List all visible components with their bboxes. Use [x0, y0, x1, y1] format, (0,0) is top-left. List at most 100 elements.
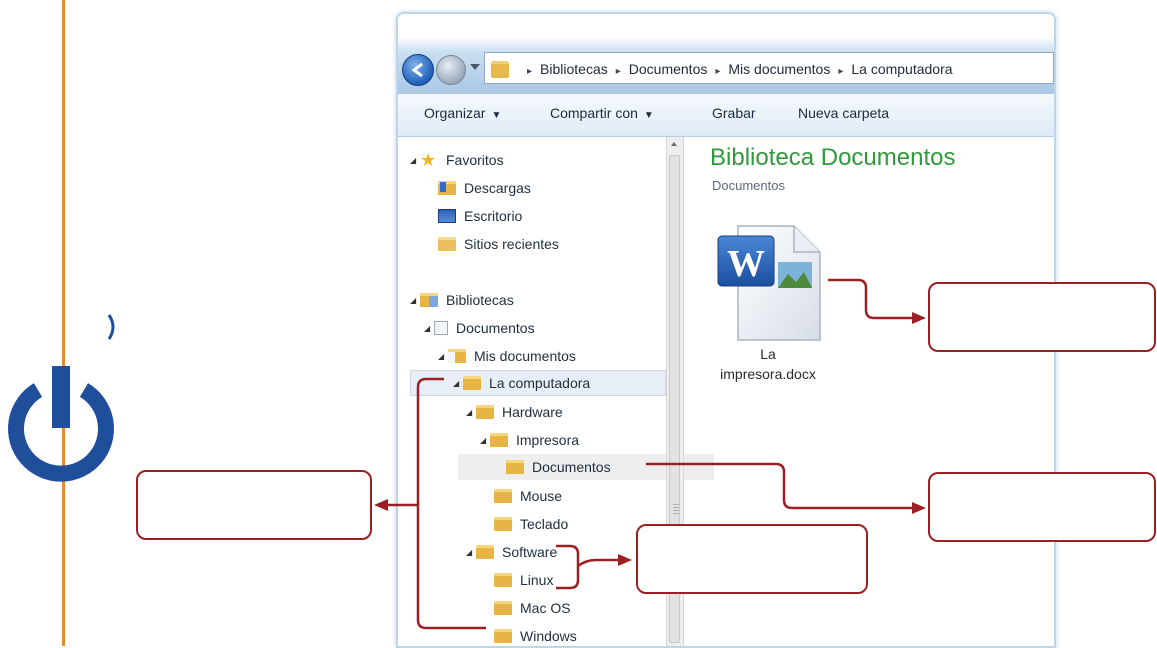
scroll-up-icon[interactable] [671, 142, 677, 146]
folder-icon [463, 376, 481, 390]
folder-icon [494, 517, 512, 531]
tree-item-favoritos[interactable]: ◢ ★ Favoritos [410, 147, 504, 173]
expand-triangle-icon[interactable]: ◢ [453, 379, 463, 388]
callout-box-file[interactable] [928, 282, 1156, 352]
tree-item-linux[interactable]: Linux [494, 567, 553, 593]
crumb-documentos[interactable]: Documentos [629, 61, 708, 77]
folder-icon [476, 545, 494, 559]
tree-label: Windows [520, 628, 577, 644]
folder-icon [494, 573, 512, 587]
navigation-pane: ◢ ★ Favoritos Descargas Escritorio Sitios … [398, 137, 714, 646]
downloads-folder-icon [438, 181, 456, 195]
burn-button[interactable]: Grabar [712, 105, 756, 121]
recent-pages-dropdown[interactable] [470, 64, 480, 70]
library-title: Biblioteca Documentos [710, 144, 956, 171]
tree-label: Hardware [502, 404, 563, 420]
callout-box-documents[interactable] [928, 472, 1156, 542]
tree-item-documentos[interactable]: ◢ Documentos [424, 315, 535, 341]
documents-library-icon [434, 321, 448, 335]
tree-item-la-computadora[interactable]: ◢ La computadora [410, 370, 666, 396]
folder-icon [490, 433, 508, 447]
expand-triangle-icon[interactable]: ◢ [480, 436, 490, 445]
tree-label: Mouse [520, 488, 563, 504]
crumb-bibliotecas[interactable]: Bibliotecas [540, 61, 608, 77]
tree-item-sitios-recientes[interactable]: Sitios recientes [438, 231, 559, 257]
folder-icon [476, 405, 494, 419]
tree-item-impresora[interactable]: ◢ Impresora [480, 427, 579, 453]
expand-triangle-icon[interactable]: ◢ [424, 324, 434, 333]
folder-icon [494, 601, 512, 615]
new-folder-button[interactable]: Nueva carpeta [798, 105, 889, 121]
crumb-mis-documentos[interactable]: Mis documentos [728, 61, 830, 77]
tree-item-mac-os[interactable]: Mac OS [494, 595, 571, 621]
library-subtitle: Documentos [712, 178, 785, 193]
chevron-right-icon: ▸ [615, 66, 621, 77]
tree-label: Escritorio [464, 208, 523, 224]
chevron-down-icon: ▼ [643, 110, 654, 121]
tree-label: Favoritos [446, 152, 504, 168]
expand-triangle-icon[interactable]: ◢ [466, 548, 476, 557]
tree-item-mouse[interactable]: Mouse [494, 483, 562, 509]
file-name-line-1: La [760, 346, 776, 362]
command-bar: Organizar ▼ Compartir con ▼ Grabar Nueva c… [398, 94, 1054, 137]
expand-triangle-icon[interactable]: ◢ [410, 156, 420, 165]
folder-icon [506, 460, 524, 474]
chevron-right-icon: ▸ [715, 66, 721, 77]
tree-label: Bibliotecas [446, 292, 514, 308]
breadcrumb: ▸ Bibliotecas ▸ Documentos ▸ Mis documentos ▸ L… [519, 61, 953, 77]
desktop-icon [438, 209, 456, 223]
tree-label: Mis documentos [474, 348, 576, 364]
address-bar[interactable]: ▸ Bibliotecas ▸ Documentos ▸ Mis documentos ▸ L… [484, 52, 1054, 84]
organize-button[interactable]: Organizar ▼ [424, 105, 501, 121]
expand-triangle-icon[interactable]: ◢ [466, 408, 476, 417]
tree-item-software[interactable]: ◢ Software [466, 539, 557, 565]
chevron-right-icon: ▸ [527, 66, 533, 77]
word-badge: W [727, 243, 765, 285]
address-area: ▸ Bibliotecas ▸ Documentos ▸ Mis documentos ▸ L… [398, 14, 1054, 94]
tree-item-teclado[interactable]: Teclado [494, 511, 568, 537]
file-name[interactable]: La impresora.docx [698, 344, 838, 384]
tree-label: Descargas [464, 180, 531, 196]
tree-label: Sitios recientes [464, 236, 559, 252]
chevron-right-icon: ▸ [838, 66, 844, 77]
word-document-icon[interactable]: W [716, 222, 826, 348]
tree-label: Linux [520, 572, 554, 588]
expand-triangle-icon[interactable]: ◢ [410, 296, 420, 305]
tree-label: La computadora [489, 375, 591, 391]
recent-places-icon [438, 237, 456, 251]
tree-label: Teclado [520, 516, 569, 532]
file-name-line-2: impresora.docx [720, 366, 816, 382]
share-label: Compartir con [550, 105, 638, 121]
folder-icon [494, 489, 512, 503]
star-icon: ★ [420, 150, 437, 170]
tree-item-bibliotecas[interactable]: ◢ Bibliotecas [410, 287, 514, 313]
back-button[interactable] [402, 54, 434, 86]
grip-icon [673, 504, 679, 514]
orange-divider-line [62, 0, 65, 646]
folder-icon [494, 629, 512, 643]
tree-item-hardware[interactable]: ◢ Hardware [466, 399, 563, 425]
arrowhead-computer [374, 499, 388, 511]
paren-mark [107, 314, 115, 340]
tree-item-descargas[interactable]: Descargas [438, 175, 531, 201]
organize-label: Organizar [424, 105, 486, 121]
tree-label: Mac OS [520, 600, 571, 616]
tree-label: Software [502, 544, 558, 560]
expand-triangle-icon[interactable]: ◢ [438, 352, 448, 361]
callout-box-computer[interactable] [136, 470, 372, 540]
tree-item-escritorio[interactable]: Escritorio [438, 203, 522, 229]
share-button[interactable]: Compartir con ▼ [550, 105, 654, 121]
chevron-down-icon: ▼ [491, 110, 502, 121]
tree-label: Impresora [516, 432, 580, 448]
crumb-la-computadora[interactable]: La computadora [851, 61, 952, 77]
callout-box-software[interactable] [636, 524, 868, 594]
tree-label: Documentos [532, 459, 611, 475]
forward-button[interactable] [436, 55, 466, 85]
burn-label: Grabar [712, 105, 756, 121]
folder-icon [491, 61, 509, 78]
tree-item-mis-documentos[interactable]: ◢ Mis documentos [438, 343, 576, 369]
libraries-icon [420, 293, 438, 307]
new-folder-label: Nueva carpeta [798, 105, 890, 121]
documents-folder-icon [448, 349, 466, 363]
tree-item-windows[interactable]: Windows [494, 623, 577, 646]
